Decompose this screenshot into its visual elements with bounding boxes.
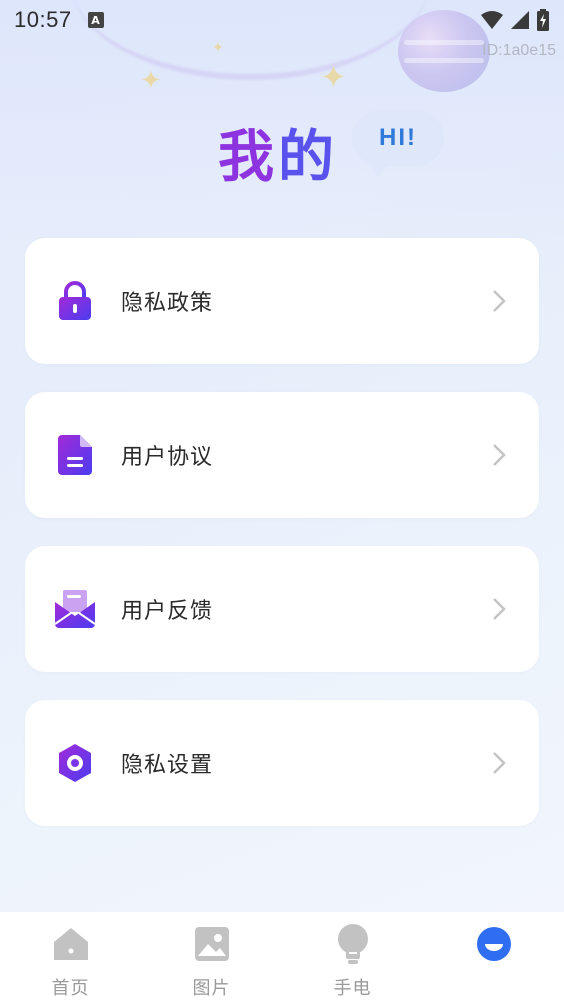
document-icon <box>55 435 95 475</box>
chevron-right-icon <box>489 441 509 469</box>
tab-label: 首页 <box>51 978 90 999</box>
tab-flashlight[interactable]: 手电 <box>282 912 423 1004</box>
settings-menu: 隐私政策 用户协议 用户反馈 隐私设置 <box>25 238 539 826</box>
chevron-right-icon <box>489 287 509 315</box>
image-icon <box>192 924 232 964</box>
menu-item-privacy-policy[interactable]: 隐私政策 <box>25 238 539 364</box>
tab-label: 图片 <box>192 978 231 999</box>
battery-icon <box>537 9 549 31</box>
tab-profile[interactable] <box>423 912 564 1004</box>
status-time: 10:57 <box>14 7 72 32</box>
menu-item-label: 用户协议 <box>121 445 214 470</box>
menu-item-user-feedback[interactable]: 用户反馈 <box>25 546 539 672</box>
tab-images[interactable]: 图片 <box>141 912 282 1004</box>
page-title-char: 我 <box>218 124 278 190</box>
notification-icon: A <box>87 12 104 28</box>
menu-item-user-agreement[interactable]: 用户协议 <box>25 392 539 518</box>
star-icon: ✦ <box>320 58 347 96</box>
star-icon: ✦ <box>212 40 224 56</box>
profile-icon <box>474 924 514 964</box>
cell-signal-icon <box>511 11 529 29</box>
tab-label: 手电 <box>333 978 372 999</box>
bulb-icon <box>333 924 373 964</box>
page-title-char: 的 <box>278 124 338 190</box>
home-icon <box>51 924 91 964</box>
menu-item-privacy-settings[interactable]: 隐私设置 <box>25 700 539 826</box>
menu-item-label: 隐私设置 <box>121 753 214 778</box>
bottom-tab-bar: 首页 图片 手电 <box>0 912 564 1004</box>
menu-item-label: 隐私政策 <box>121 291 214 316</box>
star-icon: ✦ <box>140 66 162 96</box>
mail-icon <box>55 589 95 629</box>
chevron-right-icon <box>489 749 509 777</box>
tab-home[interactable]: 首页 <box>0 912 141 1004</box>
wifi-icon <box>481 11 503 29</box>
menu-item-label: 用户反馈 <box>121 599 214 624</box>
page-title: 我 的 <box>218 112 338 192</box>
chevron-right-icon <box>489 595 509 623</box>
greeting-bubble: HI! <box>352 110 444 178</box>
gear-icon <box>55 743 95 783</box>
system-icons <box>480 9 550 31</box>
device-id-label: ID:1a0e15 <box>482 42 556 59</box>
status-bar: 10:57 A <box>0 0 564 40</box>
lock-icon <box>55 281 95 321</box>
